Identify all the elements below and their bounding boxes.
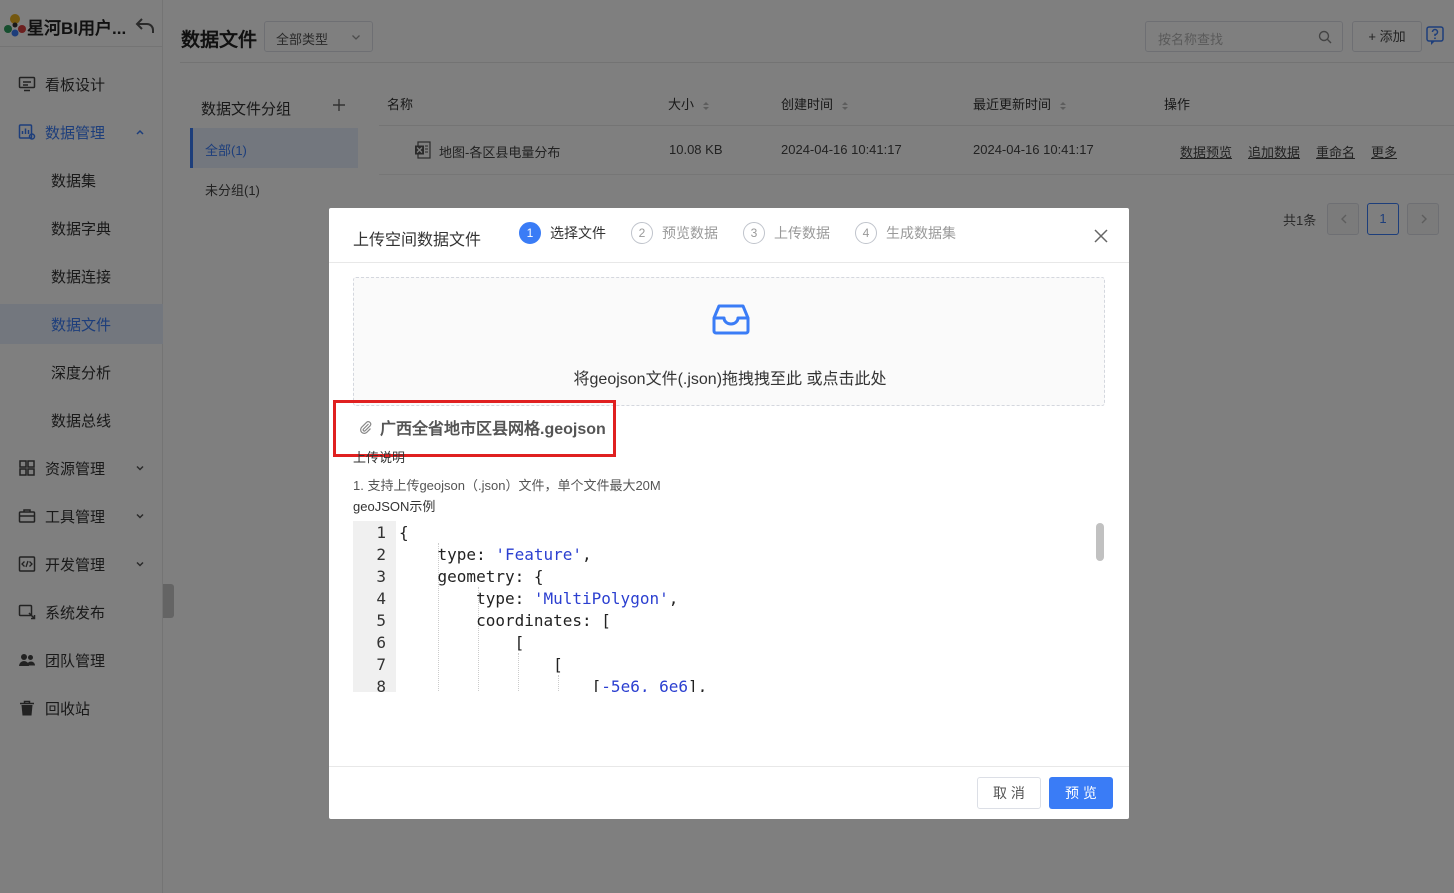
code-string: 'Feature': [495, 545, 583, 564]
step-select-file: 1 选择文件: [519, 221, 606, 245]
step-number: 4: [855, 222, 877, 244]
step-preview-data: 2 预览数据: [631, 221, 718, 245]
steps: 1 选择文件 2 预览数据 3 上传数据 4 生成数据集: [519, 221, 969, 245]
code-line: coordinates: [: [399, 611, 611, 630]
modal-title: 上传空间数据文件: [353, 232, 482, 249]
upload-note-line: 1. 支持上传geojson（.json）文件，单个文件最大20M: [353, 478, 661, 493]
line-number: 6: [376, 633, 386, 652]
code-scrollbar[interactable]: [1096, 523, 1104, 561]
code-string: -5e6, 6e6: [601, 677, 688, 692]
step-number: 2: [631, 222, 653, 244]
step-number: 3: [743, 222, 765, 244]
code-string: 'MultiPolygon': [533, 589, 669, 608]
line-number: 2: [376, 545, 386, 564]
code-line: [-5e6, 6e6],: [399, 677, 708, 692]
code-token: ,: [668, 589, 679, 608]
modal-footer-divider: [329, 766, 1129, 767]
code-token: ,: [582, 545, 592, 564]
step-upload-data: 3 上传数据: [743, 221, 830, 245]
step-number: 1: [519, 222, 541, 244]
code-line: [: [399, 655, 563, 674]
step-generate-dataset: 4 生成数据集: [855, 221, 956, 245]
code-token: type:: [399, 589, 534, 608]
modal-header-divider: [329, 262, 1129, 263]
step-label: 选择文件: [550, 225, 606, 241]
code-line: geometry: {: [399, 567, 544, 586]
geojson-example-label: geoJSON示例: [353, 499, 436, 514]
preview-button[interactable]: 预 览: [1049, 777, 1113, 809]
dropzone-text: 将geojson文件(.json)拖拽拽至此 或点击此处: [573, 371, 887, 388]
code-token: ],: [688, 677, 708, 692]
inbox-icon: [712, 304, 750, 335]
code-token: type:: [399, 545, 496, 564]
line-number: 3: [376, 567, 386, 586]
step-label: 上传数据: [774, 225, 830, 241]
code-line: type: 'MultiPolygon',: [399, 589, 678, 608]
code-line: [: [399, 633, 525, 652]
upload-note-title: 上传说明: [353, 450, 406, 465]
line-number: 7: [376, 655, 386, 674]
code-line: type: 'Feature',: [399, 545, 592, 564]
code-line: {: [399, 523, 409, 542]
code-editor[interactable]: 1 2 3 4 5 6 7 8 { type: 'Feature', geome…: [353, 521, 1105, 692]
line-number: 8: [376, 677, 386, 692]
step-label: 生成数据集: [886, 225, 956, 241]
upload-dropzone[interactable]: 将geojson文件(.json)拖拽拽至此 或点击此处: [353, 277, 1105, 406]
upload-modal: 上传空间数据文件 1 选择文件 2 预览数据 3 上传数据 4 生成数据集 将g…: [329, 208, 1129, 819]
line-number: 5: [376, 611, 386, 630]
line-number: 4: [376, 589, 386, 608]
step-label: 预览数据: [662, 225, 718, 241]
cancel-button[interactable]: 取 消: [977, 777, 1041, 809]
line-number: 1: [376, 523, 386, 542]
code-token: [: [399, 677, 602, 692]
close-icon[interactable]: [1093, 228, 1109, 244]
